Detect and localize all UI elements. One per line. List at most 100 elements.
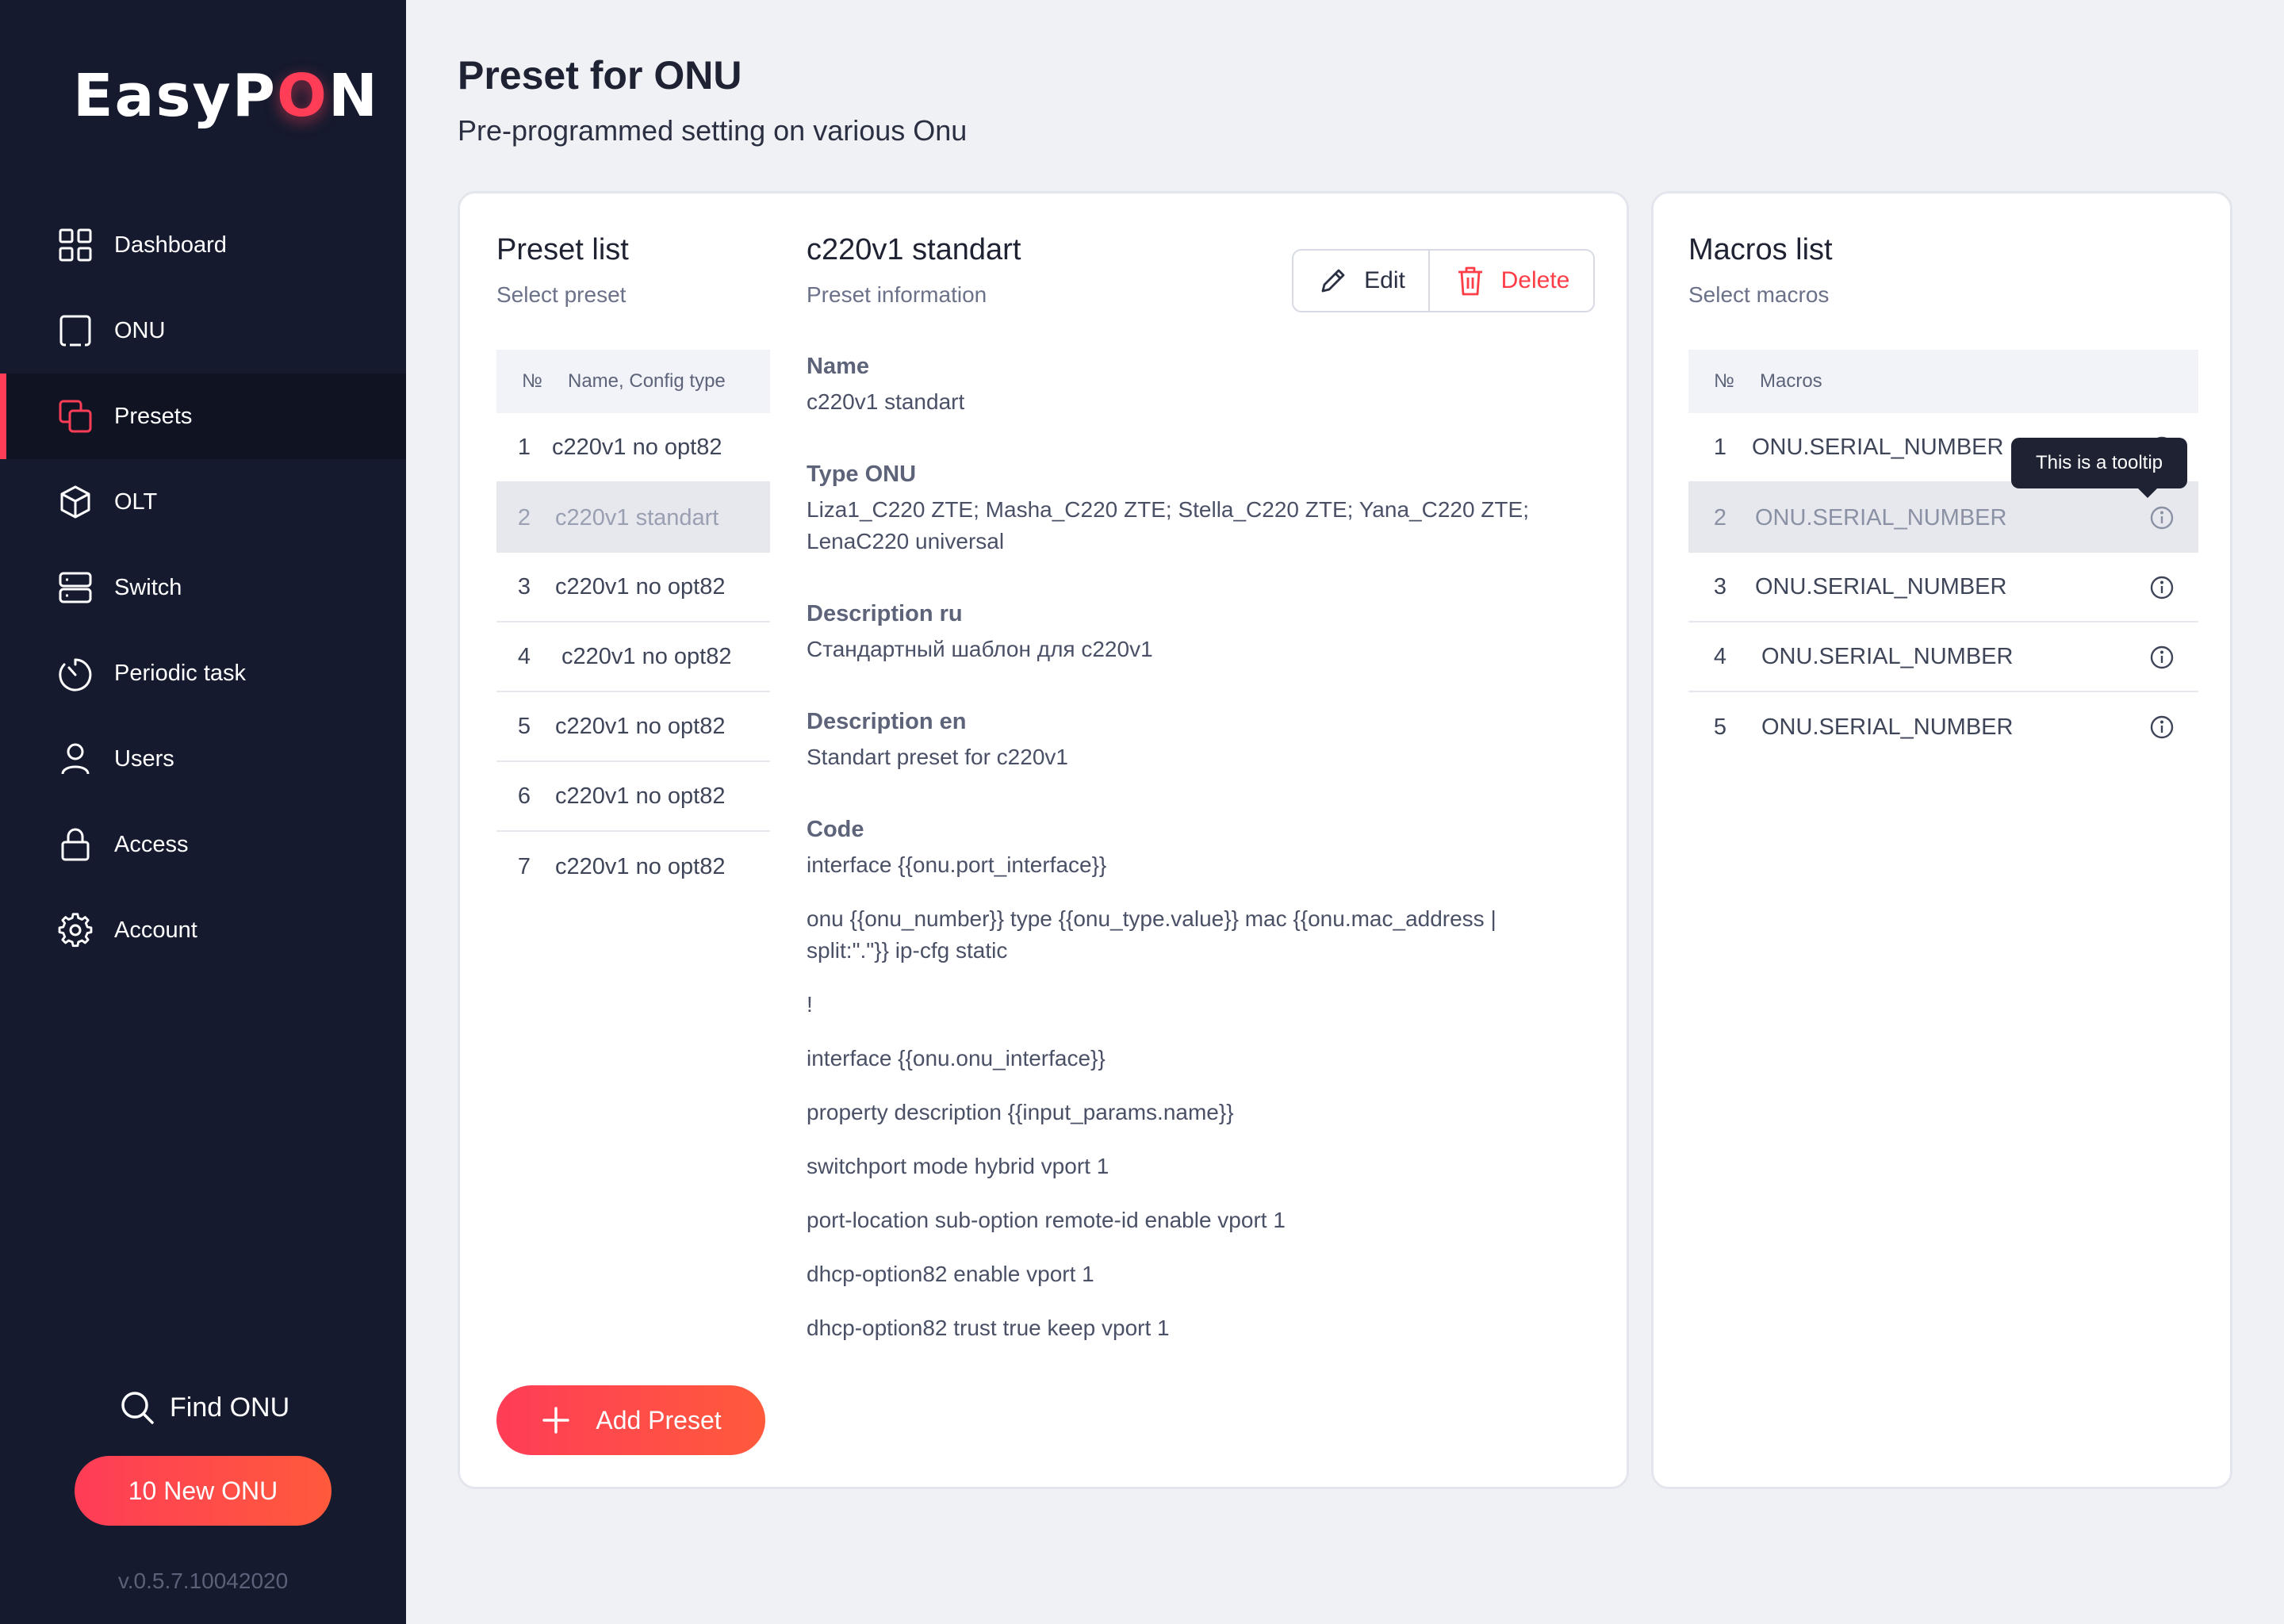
pencil-icon	[1321, 269, 1345, 293]
tooltip: This is a tooltip	[2011, 438, 2187, 498]
name-label: Name	[807, 354, 869, 379]
sidebar-item-users[interactable]: Users	[0, 716, 406, 802]
code-line: split:"."}} ip-cfg static	[807, 938, 1008, 963]
preset-row[interactable]: 7 c220v1 no opt82	[496, 832, 770, 902]
search-icon	[121, 1392, 154, 1424]
plus-icon	[542, 1407, 570, 1434]
preset-actions: Edit Delete	[1292, 249, 1595, 312]
sidebar-item-onu[interactable]: ONU	[0, 288, 406, 373]
code-line: onu {{onu_number}} type {{onu_type.value…	[807, 906, 1496, 931]
description-en-value: Standart preset for c220v1	[807, 745, 1068, 769]
sidebar-item-label: Access	[114, 831, 189, 857]
user-icon	[57, 741, 94, 777]
preset-row-selected[interactable]: 2 c220v1 standart	[496, 483, 770, 553]
column-header-name: Name, Config type	[568, 370, 726, 392]
macros-row-selected[interactable]: 2 ONU.SERIAL_NUMBER	[1688, 483, 2198, 553]
new-onu-button[interactable]: 10 New ONU	[75, 1456, 331, 1526]
sidebar-item-access[interactable]: Access	[0, 802, 406, 887]
macros-name: ONU.SERIAL_NUMBER	[1761, 714, 2014, 740]
row-number: 1	[1713, 434, 1727, 460]
description-ru-label: Description ru	[807, 601, 963, 626]
preset-row[interactable]: 5 c220v1 no opt82	[496, 692, 770, 762]
macros-table-header: № Macros	[1688, 350, 2198, 413]
timer-icon	[57, 655, 94, 691]
gear-icon	[57, 912, 94, 948]
sidebar-item-dashboard[interactable]: Dashboard	[0, 202, 406, 288]
code-line: !	[807, 992, 813, 1017]
preset-table-header: № Name, Config type	[496, 350, 770, 413]
code-line: interface {{onu.onu_interface}}	[807, 1046, 1106, 1071]
code-line: dhcp-option82 trust true keep vport 1	[807, 1316, 1170, 1340]
add-preset-button[interactable]: Add Preset	[496, 1385, 765, 1455]
row-number: 4	[517, 643, 531, 669]
preset-name: c220v1 no opt82	[555, 713, 726, 739]
sidebar-item-account[interactable]: Account	[0, 887, 406, 973]
macros-row[interactable]: 5 ONU.SERIAL_NUMBER	[1688, 692, 2198, 762]
info-icon[interactable]	[2149, 505, 2175, 530]
column-header-macros: Macros	[1760, 370, 1822, 392]
edit-button[interactable]: Edit	[1293, 251, 1430, 311]
code-line: interface {{onu.port_interface}}	[807, 852, 1107, 877]
preset-row[interactable]: 3 c220v1 no opt82	[496, 553, 770, 622]
type-onu-value-line1: Liza1_C220 ZTE; Masha_C220 ZTE; Stella_C…	[807, 497, 1529, 522]
sidebar-item-label: OLT	[114, 488, 158, 515]
sidebar: EasyPON Dashboard ONU Presets OLT Switch…	[0, 0, 406, 1624]
preset-name: c220v1 no opt82	[555, 853, 726, 879]
row-number: 7	[517, 853, 531, 879]
name-value: c220v1 standart	[807, 389, 965, 414]
sidebar-item-label: Users	[114, 745, 174, 772]
add-preset-label: Add Preset	[596, 1405, 722, 1434]
sidebar-item-label: Account	[114, 917, 197, 943]
code-line: property description {{input_params.name…	[807, 1100, 1234, 1124]
find-onu-button[interactable]: Find ONU	[119, 1389, 289, 1426]
sidebar-item-label: ONU	[114, 317, 166, 343]
sidebar-nav: Dashboard ONU Presets OLT Switch Periodi…	[0, 202, 406, 973]
row-number: 5	[1713, 714, 1727, 740]
type-onu-value-line2: LenaC220 universal	[807, 529, 1005, 553]
row-number: 6	[517, 783, 531, 809]
onu-square-icon	[57, 312, 94, 349]
preset-list-title: Preset list	[496, 233, 629, 266]
type-onu-label: Type ONU	[807, 462, 917, 487]
row-number: 2	[1713, 504, 1727, 530]
sidebar-item-switch[interactable]: Switch	[0, 545, 406, 630]
description-en-label: Description en	[807, 709, 967, 734]
preset-row[interactable]: 6 c220v1 no opt82	[496, 762, 770, 832]
row-number: 3	[1713, 573, 1727, 599]
sidebar-item-periodic-task[interactable]: Periodic task	[0, 630, 406, 716]
macros-table: № Macros 1 ONU.SERIAL_NUMBER 2 ONU.SERIA…	[1688, 350, 2198, 762]
macros-card: Macros list Select macros № Macros 1 ONU…	[1651, 191, 2232, 1489]
preset-list-subtitle: Select preset	[496, 282, 627, 307]
info-icon[interactable]	[2149, 575, 2175, 600]
row-number: 1	[517, 434, 531, 460]
description-ru-value: Стандартный шаблон для c220v1	[807, 637, 1153, 661]
macros-list-title: Macros list	[1688, 233, 1833, 266]
page-subtitle: Pre-programmed setting on various Onu	[458, 114, 968, 147]
app-logo[interactable]: EasyPON	[73, 62, 379, 130]
preset-table: № Name, Config type 1 c220v1 no opt82 2 …	[496, 350, 770, 902]
dashboard-grid-icon	[57, 227, 94, 263]
column-header-number: №	[522, 370, 542, 392]
code-line: switchport mode hybrid vport 1	[807, 1154, 1109, 1178]
app-version: v.0.5.7.10042020	[117, 1568, 289, 1593]
sidebar-item-olt[interactable]: OLT	[0, 459, 406, 545]
sidebar-item-presets[interactable]: Presets	[0, 373, 406, 459]
preset-row[interactable]: 4 c220v1 no opt82	[496, 622, 770, 692]
delete-button[interactable]: Delete	[1430, 251, 1593, 311]
edit-label: Edit	[1364, 267, 1405, 293]
macros-row[interactable]: 3 ONU.SERIAL_NUMBER	[1688, 553, 2198, 622]
find-onu-label: Find ONU	[170, 1392, 290, 1423]
column-header-number: №	[1714, 370, 1734, 392]
info-icon[interactable]	[2149, 645, 2175, 670]
macros-name: ONU.SERIAL_NUMBER	[1761, 643, 2014, 669]
macros-name: ONU.SERIAL_NUMBER	[1752, 434, 2004, 460]
presets-card: Preset list Select preset № Name, Config…	[458, 191, 1629, 1489]
code-label: Code	[807, 817, 864, 842]
sidebar-item-label: Switch	[114, 574, 182, 600]
info-icon[interactable]	[2149, 714, 2175, 740]
row-number: 4	[1713, 643, 1727, 669]
code-line: dhcp-option82 enable vport 1	[807, 1262, 1094, 1286]
preset-name: c220v1 no opt82	[555, 573, 726, 599]
preset-row[interactable]: 1 c220v1 no opt82	[496, 413, 770, 483]
macros-row[interactable]: 4 ONU.SERIAL_NUMBER	[1688, 622, 2198, 692]
